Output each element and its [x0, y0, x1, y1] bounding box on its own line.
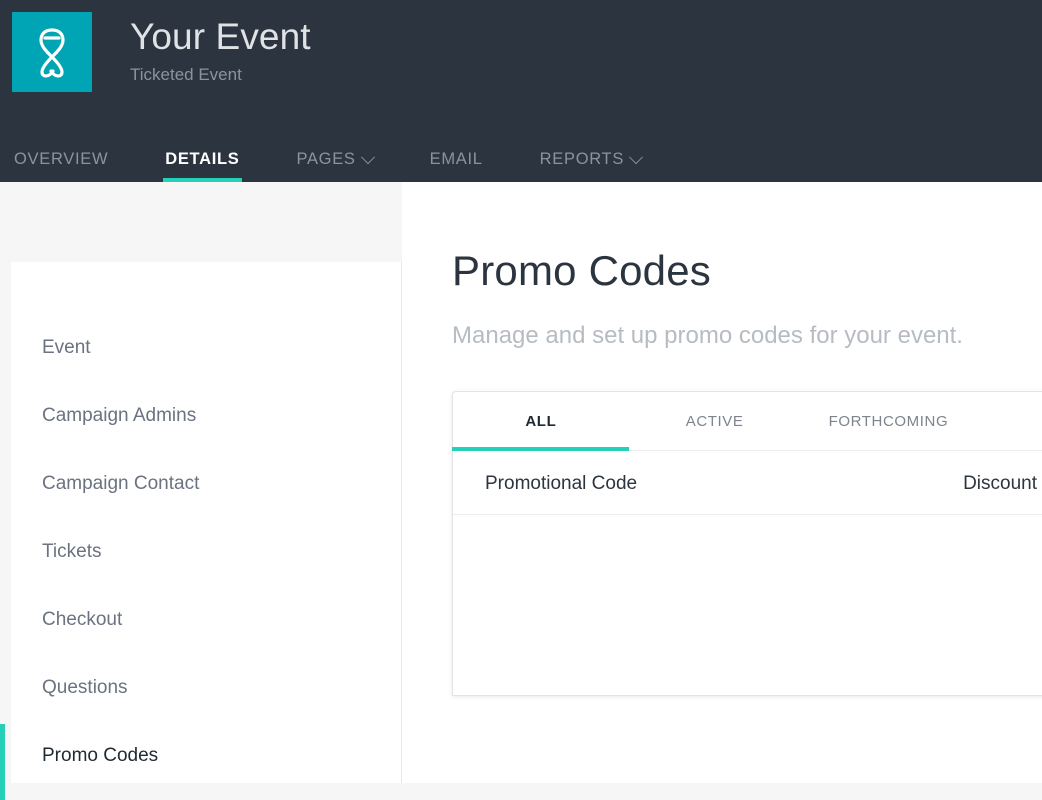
tab-active[interactable]: ACTIVE — [629, 392, 801, 450]
sidebar-item-label: Questions — [42, 677, 128, 699]
event-title: Your Event — [130, 16, 311, 59]
nav-tab-email[interactable]: EMAIL — [430, 150, 483, 182]
sidebar-item-label: Campaign Contact — [42, 473, 199, 495]
page-subtitle: Manage and set up promo codes for your e… — [452, 322, 1042, 351]
promo-codes-table: Promotional Code Discount Claimed — [453, 451, 1042, 695]
sidebar-item-questions[interactable]: Questions — [11, 654, 401, 722]
brand-row: Your Event Ticketed Event — [0, 0, 1042, 92]
sidebar-item-tickets[interactable]: Tickets — [11, 518, 401, 586]
brand-text: Your Event Ticketed Event — [130, 12, 311, 85]
nav-tab-details[interactable]: DETAILS — [165, 150, 239, 182]
tab-forthcoming[interactable]: FORTHCOMING — [801, 392, 977, 450]
nav-tab-pages[interactable]: PAGES — [297, 150, 373, 182]
sidebar-item-label: Tickets — [42, 541, 101, 563]
main-inner: Promo Codes Manage and set up promo code… — [402, 182, 1042, 696]
sidebar-list: Event Campaign Admins Campaign Contact T… — [11, 262, 401, 790]
table-header-row: Promotional Code Discount Claimed — [453, 451, 1042, 515]
nav-tab-reports[interactable]: REPORTS — [540, 150, 641, 182]
tab-active-label: ACTIVE — [686, 413, 744, 430]
primary-nav: OVERVIEW DETAILS PAGES EMAIL REPORTS — [0, 150, 698, 182]
awareness-ribbon-icon — [29, 26, 75, 78]
nav-tab-overview-label: OVERVIEW — [14, 150, 108, 169]
sidebar-item-campaign-admins[interactable]: Campaign Admins — [11, 382, 401, 450]
promo-filter-tabs: ALL ACTIVE FORTHCOMING CO — [453, 392, 1042, 451]
tab-all-label: ALL — [525, 413, 556, 430]
sidebar-item-event[interactable]: Event — [11, 314, 401, 382]
event-subtitle: Ticketed Event — [130, 65, 311, 85]
page-body: Event Campaign Admins Campaign Contact T… — [0, 182, 1042, 783]
column-header-promotional-code: Promotional Code — [453, 451, 919, 515]
settings-sidebar: Event Campaign Admins Campaign Contact T… — [11, 262, 402, 783]
main-content: Promo Codes Manage and set up promo code… — [402, 182, 1042, 783]
tab-all[interactable]: ALL — [453, 392, 629, 450]
sidebar-item-promo-codes[interactable]: Promo Codes — [11, 722, 401, 790]
sidebar-item-label: Event — [42, 337, 91, 359]
column-header-discount: Discount — [919, 451, 1037, 515]
nav-tab-overview[interactable]: OVERVIEW — [14, 150, 108, 182]
sidebar-item-label: Promo Codes — [42, 745, 158, 767]
event-logo — [12, 12, 92, 92]
tab-forthcoming-label: FORTHCOMING — [829, 413, 949, 430]
table-head: Promotional Code Discount Claimed — [453, 451, 1042, 515]
chevron-down-icon — [629, 150, 643, 164]
nav-tab-email-label: EMAIL — [430, 150, 483, 169]
sidebar-item-campaign-contact[interactable]: Campaign Contact — [11, 450, 401, 518]
chevron-down-icon — [361, 150, 375, 164]
app-header: Your Event Ticketed Event OVERVIEW DETAI… — [0, 0, 1042, 182]
nav-tab-pages-label: PAGES — [297, 150, 356, 169]
sidebar-item-checkout[interactable]: Checkout — [11, 586, 401, 654]
sidebar-item-label: Checkout — [42, 609, 122, 631]
nav-tab-reports-label: REPORTS — [540, 150, 624, 169]
table-body — [453, 515, 1042, 695]
sidebar-item-label: Campaign Admins — [42, 405, 196, 427]
tab-completed[interactable]: CO — [976, 392, 1042, 450]
page-title: Promo Codes — [452, 248, 1042, 294]
nav-tab-details-label: DETAILS — [165, 150, 239, 169]
promo-codes-card: ALL ACTIVE FORTHCOMING CO Prom — [452, 391, 1042, 696]
column-header-claimed: Claimed — [1037, 451, 1042, 515]
